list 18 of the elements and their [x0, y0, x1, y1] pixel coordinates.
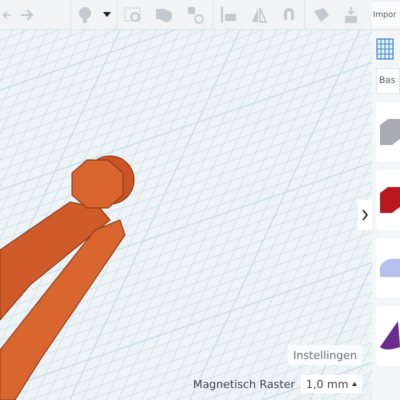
- snap-grid-label: Magnetisch Raster: [192, 378, 295, 390]
- roof-icon: [380, 257, 400, 279]
- image-frame-icon: [122, 4, 142, 24]
- library-field[interactable]: Bas: [376, 68, 400, 94]
- workplane-drawing[interactable]: [0, 30, 372, 400]
- import-button[interactable]: Impor: [372, 2, 400, 28]
- cone-icon: [380, 321, 400, 351]
- box-icon: [380, 117, 400, 147]
- caret-icon: [103, 12, 111, 17]
- scatter-icon: [186, 4, 206, 24]
- box-icon: [380, 185, 400, 215]
- snap-grid-select[interactable]: 1,0 mm: [301, 375, 362, 393]
- chevron-icon: [362, 209, 368, 221]
- grid-icon[interactable]: [376, 38, 394, 60]
- align-icon: [218, 4, 238, 24]
- collapse-panel-button[interactable]: [358, 200, 372, 230]
- settings-button[interactable]: Instellingen: [288, 345, 362, 365]
- caret-icon: [352, 382, 357, 386]
